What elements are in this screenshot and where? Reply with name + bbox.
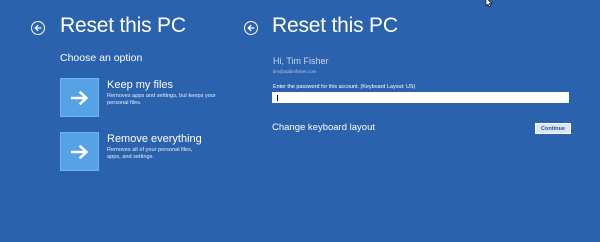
keep-files-title: Keep my files [107, 79, 174, 91]
remove-everything-description: Removes all of your personal files, apps… [107, 147, 193, 160]
change-keyboard-layout-link[interactable]: Change keyboard layout [272, 122, 375, 133]
page-title-right: Reset this PC [272, 14, 398, 37]
text-cursor [277, 94, 278, 101]
page-title-left: Reset this PC [60, 14, 186, 37]
back-button-left[interactable] [31, 21, 45, 35]
option-remove-everything[interactable]: Remove everything Removes all of your pe… [60, 132, 220, 177]
mouse-pointer-icon [485, 0, 493, 8]
right-arrow-icon [70, 90, 88, 105]
back-arrow-icon [34, 24, 42, 32]
continue-button[interactable]: Continue [535, 123, 571, 134]
password-field[interactable] [272, 92, 569, 103]
choose-option-heading: Choose an option [60, 52, 143, 64]
password-prompt: Enter the password for this account. (Ke… [273, 84, 416, 90]
remove-everything-tile[interactable] [60, 132, 99, 171]
account-name: Hi, Tim Fisher [273, 56, 329, 66]
option-keep-my-files[interactable]: Keep my files Removes apps and settings,… [60, 78, 220, 123]
right-arrow-icon [70, 144, 88, 159]
remove-everything-title: Remove everything [107, 133, 202, 145]
account-email: tim@addimfisher.com [273, 69, 317, 74]
keep-files-tile[interactable] [60, 78, 99, 117]
back-button-right[interactable] [244, 21, 258, 35]
back-arrow-icon [247, 24, 255, 32]
keep-files-description: Removes apps and settings, but keeps you… [107, 93, 216, 106]
